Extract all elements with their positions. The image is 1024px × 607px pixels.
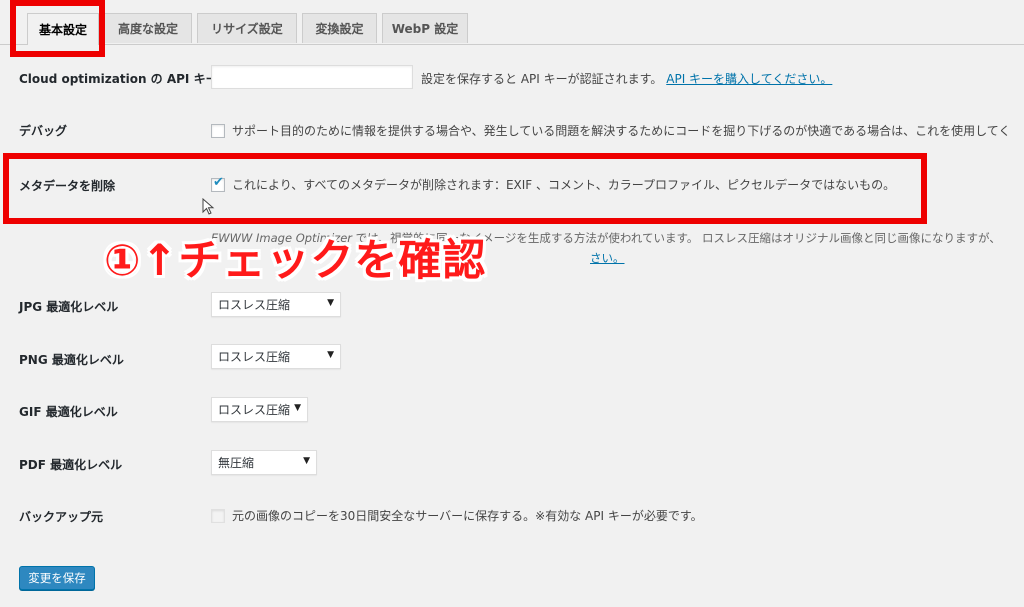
- pdf-level-value: 無圧縮: [218, 456, 255, 470]
- annotation-highlight-metadata: [3, 153, 927, 224]
- dropdown-arrow-icon: ▼: [327, 350, 334, 360]
- buy-api-key-link[interactable]: API キーを購入してください。: [666, 72, 832, 86]
- save-changes-button[interactable]: 変更を保存: [19, 566, 95, 590]
- pdf-level-label: PDF 最適化レベル: [19, 458, 123, 472]
- api-key-label: Cloud optimization の API キー: [19, 72, 218, 86]
- debug-checkbox[interactable]: [211, 124, 225, 138]
- gif-level-label: GIF 最適化レベル: [19, 405, 118, 419]
- jpg-level-select[interactable]: ロスレス圧縮 ▼: [211, 292, 341, 317]
- api-key-input[interactable]: [211, 65, 413, 89]
- dropdown-arrow-icon: ▼: [327, 298, 334, 308]
- tab-advanced-settings[interactable]: 高度な設定: [104, 13, 192, 43]
- jpg-level-label: JPG 最適化レベル: [19, 300, 119, 314]
- gif-level-value: ロスレス圧縮: [218, 403, 291, 417]
- backup-description: 元の画像のコピーを30日間安全なサーバーに保存する。※有効な API キーが必要…: [232, 509, 703, 523]
- pdf-level-select[interactable]: 無圧縮 ▼: [211, 450, 317, 475]
- debug-description: サポート目的のために情報を提供する場合や、発生している問題を解決するためにコード…: [232, 124, 1011, 138]
- tab-webp-settings[interactable]: WebP 設定: [382, 13, 468, 43]
- lossless-more-link[interactable]: さい。: [590, 250, 625, 266]
- tab-resize-settings[interactable]: リサイズ設定: [197, 13, 297, 43]
- gif-level-select[interactable]: ロスレス圧縮 ▼: [211, 397, 308, 422]
- annotation-caption: ①↑チェックを確認: [104, 236, 487, 286]
- api-key-note-text: 設定を保存すると API キーが認証されます。: [421, 72, 663, 86]
- dropdown-arrow-icon: ▼: [303, 456, 310, 466]
- png-level-label: PNG 最適化レベル: [19, 353, 124, 367]
- backup-checkbox[interactable]: [211, 509, 225, 523]
- api-key-note: 設定を保存すると API キーが認証されます。 API キーを購入してください。: [421, 70, 832, 87]
- dropdown-arrow-icon: ▼: [294, 403, 301, 413]
- png-level-select[interactable]: ロスレス圧縮 ▼: [211, 344, 341, 369]
- debug-label: デバッグ: [19, 124, 68, 138]
- backup-label: バックアップ元: [19, 510, 104, 524]
- tab-conversion-settings[interactable]: 変換設定: [302, 13, 377, 43]
- jpg-level-value: ロスレス圧縮: [218, 298, 291, 312]
- annotation-highlight-tab: [10, 0, 105, 57]
- png-level-value: ロスレス圧縮: [218, 350, 291, 364]
- settings-tabs: 基本設定 高度な設定 リサイズ設定 変換設定 WebP 設定: [0, 0, 1024, 45]
